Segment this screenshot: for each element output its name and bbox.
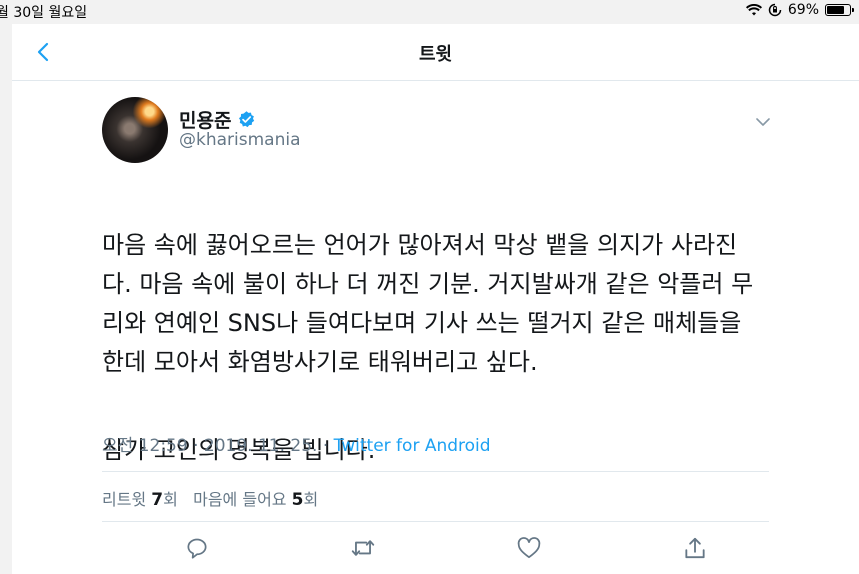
- status-date: 월 30일 월요일: [0, 5, 88, 21]
- likes-count: 5: [291, 490, 304, 510]
- author-handle[interactable]: @kharismania: [179, 130, 301, 150]
- avatar[interactable]: [102, 97, 168, 163]
- tweet-date: 2019. 11. 25.: [203, 436, 318, 456]
- like-icon[interactable]: [516, 535, 542, 561]
- more-options-chevron-icon[interactable]: [753, 112, 773, 132]
- retweets-unit: 회: [163, 490, 178, 509]
- status-bar: 월 30일 월요일 69%: [0, 0, 859, 24]
- tweet-source-link[interactable]: Twitter for Android: [334, 436, 491, 456]
- share-icon[interactable]: [682, 535, 708, 561]
- tweet-stats: 리트윗 7회 마음에 들어요 5회: [102, 486, 318, 510]
- wifi-icon: [745, 4, 762, 16]
- tweet-detail-panel: 트윗 민용준 @kharismania 마음 속에 끓어오르는 언어가 많아져서…: [12, 24, 859, 574]
- meta-separator: ·: [193, 436, 199, 456]
- battery-icon: [825, 4, 854, 16]
- battery-percent: 69%: [787, 2, 819, 18]
- verified-badge-icon: [239, 111, 255, 128]
- author-display-name[interactable]: 민용준: [179, 106, 231, 133]
- page-title: 트윗: [418, 44, 453, 65]
- status-indicators: 69%: [745, 2, 854, 18]
- reply-icon[interactable]: [184, 535, 210, 561]
- meta-separator: ·: [322, 436, 329, 456]
- divider: [102, 521, 769, 522]
- tweet-text: 마음 속에 끓어오르는 언어가 많아져서 막상 뱉을 의지가 사라진 다. 마음…: [102, 187, 782, 519]
- orientation-lock-icon: [768, 3, 782, 17]
- tweet-meta: 오전 12:59 · 2019. 11. 25. · Twitter for A…: [102, 431, 491, 456]
- retweets-stat[interactable]: 리트윗 7회: [102, 490, 178, 510]
- retweet-icon[interactable]: [350, 535, 376, 561]
- tweet-time: 오전 12:59: [102, 436, 188, 456]
- author-name-row[interactable]: 민용준: [179, 106, 256, 133]
- divider: [102, 471, 769, 472]
- retweets-label: 리트윗: [102, 490, 147, 509]
- likes-label: 마음에 들어요: [193, 490, 287, 509]
- navbar: 트윗: [12, 24, 859, 81]
- likes-unit: 회: [303, 490, 319, 509]
- tweet-actions: [102, 535, 769, 561]
- tweet-paragraph: 마음 속에 끓어오르는 언어가 많아져서 막상 뱉을 의지가 사라진 다. 마음…: [102, 231, 754, 376]
- retweets-count: 7: [151, 490, 164, 510]
- likes-stat[interactable]: 마음에 들어요 5회: [193, 490, 319, 510]
